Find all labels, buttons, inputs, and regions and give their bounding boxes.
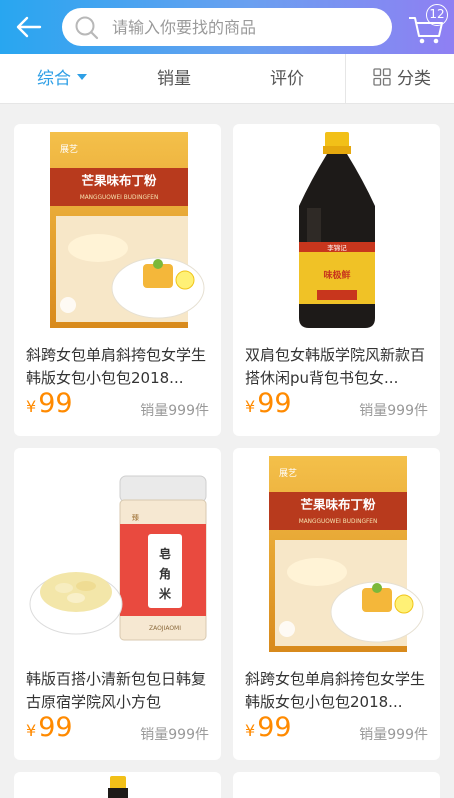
product-sales: 销量999件 [359,403,428,419]
product-card-partial[interactable] [14,772,221,798]
package-name-text: 味极鲜 [323,269,350,281]
product-price: ¥99 [245,712,292,743]
tab-reviews[interactable]: 评价 [237,54,337,104]
package-name-text: 芒果味布丁粉 [81,173,157,188]
price-value: 99 [38,388,73,419]
svg-text:角: 角 [159,566,171,581]
product-title[interactable]: 韩版百搭小清新包包日韩复古原宿学院风小方包 [26,668,212,714]
package-pinyin-text: ZAOJIAOMI [149,625,181,632]
package-brand-text: 李锦记 [327,243,347,252]
cart-count-badge: 12 [426,4,448,26]
tab-label: 分类 [397,69,431,89]
jelly-pudding-box-image: 展艺 芒果味布丁粉 MANGGUOWEI BUDINGFEN [50,132,205,328]
price-value: 99 [38,712,73,743]
product-card[interactable]: 李锦记 味极鲜 双肩包女韩版学院风新款百搭休闲pu背包书包女... ¥99 销量… [233,124,440,436]
bottle-cap-icon [108,776,128,798]
tab-label: 评价 [270,69,304,89]
tab-comprehensive[interactable]: 综合 [12,54,112,104]
tab-divider [345,54,346,104]
package-brand-text: 臻 [132,513,139,522]
grid-icon [373,68,391,86]
product-sales: 销量999件 [359,727,428,743]
package-brand-text: 展艺 [60,144,78,155]
soap-seed-jar-image: 皂 角 米 臻 ZAOJIAOMI [29,475,207,641]
price-value: 99 [257,712,292,743]
product-sales: 销量999件 [140,727,209,743]
search-input[interactable] [112,8,382,46]
top-header: 12 [0,0,454,54]
product-price: ¥99 [26,712,73,743]
search-icon [75,16,99,40]
jelly-pudding-box-image: 展艺 芒果味布丁粉 MANGGUOWEI BUDINGFEN [269,456,424,652]
svg-text:米: 米 [159,586,172,601]
product-price: ¥99 [245,388,292,419]
product-card[interactable]: 展艺 芒果味布丁粉 MANGGUOWEI BUDINGFEN 斜跨女包单肩斜挎包… [14,124,221,436]
sort-tabbar: 综合 销量 评价 分类 [0,54,454,104]
tab-label: 综合 [37,69,71,89]
product-sales: 销量999件 [140,403,209,419]
svg-text:皂: 皂 [159,546,171,561]
product-price: ¥99 [26,388,73,419]
price-value: 99 [257,388,292,419]
tab-sales[interactable]: 销量 [124,54,224,104]
dropdown-arrow-icon [77,74,87,80]
soy-sauce-bottle-image: 李锦记 味极鲜 [299,132,375,328]
package-pinyin-text: MANGGUOWEI BUDINGFEN [299,519,378,525]
back-arrow-icon[interactable] [14,12,44,42]
package-pinyin-text: MANGGUOWEI BUDINGFEN [80,195,159,201]
product-title[interactable]: 双肩包女韩版学院风新款百搭休闲pu背包书包女... [245,344,431,390]
currency-symbol: ¥ [245,721,256,740]
currency-symbol: ¥ [245,397,256,416]
currency-symbol: ¥ [26,397,37,416]
product-card[interactable]: 皂 角 米 臻 ZAOJIAOMI 韩版百搭小清新包包日韩复古原宿学院风小方包 … [14,448,221,760]
product-card[interactable]: 展艺 芒果味布丁粉 MANGGUOWEI BUDINGFEN 斜跨女包单肩斜挎包… [233,448,440,760]
currency-symbol: ¥ [26,721,37,740]
package-brand-text: 展艺 [279,468,297,479]
product-card-partial[interactable] [233,772,440,798]
search-box[interactable] [62,8,392,46]
tab-label: 销量 [157,69,191,89]
product-title[interactable]: 斜跨女包单肩斜挎包女学生韩版女包小包包2018... [26,344,212,390]
tab-category[interactable]: 分类 [352,54,452,104]
product-title[interactable]: 斜跨女包单肩斜挎包女学生韩版女包小包包2018... [245,668,431,714]
package-name-text: 芒果味布丁粉 [300,497,376,512]
